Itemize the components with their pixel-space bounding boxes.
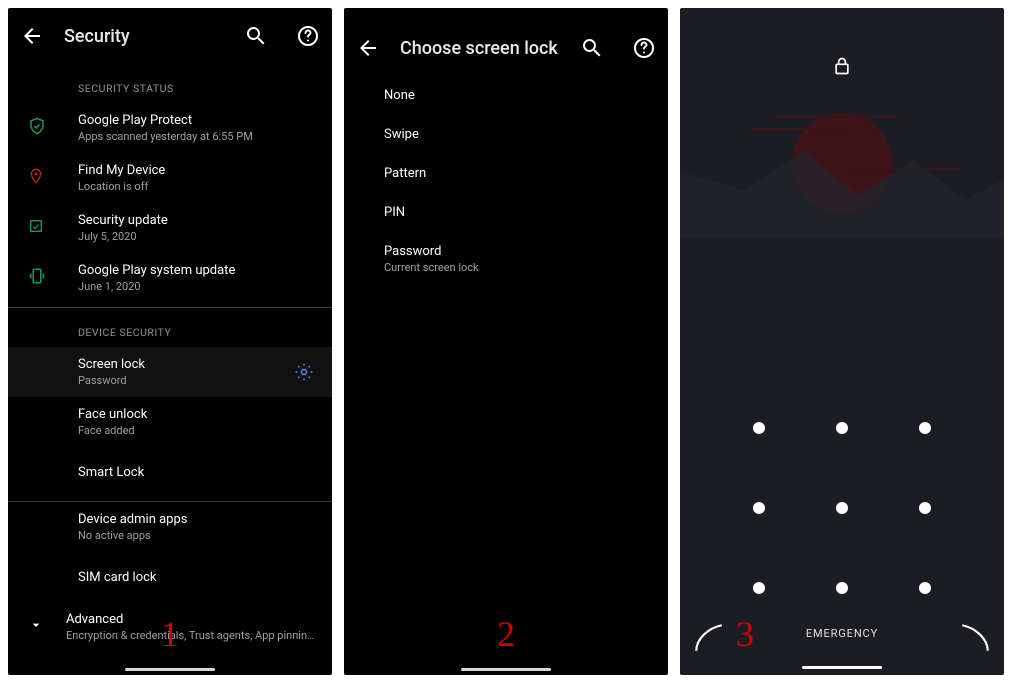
gear-icon[interactable]: [294, 362, 314, 382]
option-none[interactable]: None: [344, 76, 668, 115]
option-swipe[interactable]: Swipe: [344, 115, 668, 154]
row-label: SIM card lock: [78, 570, 316, 585]
row-label: Smart Lock: [78, 465, 316, 480]
wallpaper-line: [770, 116, 900, 118]
app-bar: Choose screen lock: [344, 20, 668, 76]
row-label: Device admin apps: [78, 512, 316, 527]
pattern-dot[interactable]: [919, 502, 931, 514]
row-label: Face unlock: [78, 407, 316, 422]
chevron-down-icon: [28, 617, 44, 637]
pattern-dot[interactable]: [753, 582, 765, 594]
row-security-update[interactable]: Security update July 5, 2020: [8, 203, 332, 253]
shield-check-icon: [28, 117, 46, 139]
nav-handle[interactable]: [125, 668, 215, 671]
row-sub: Face added: [78, 424, 316, 437]
step-number: 2: [497, 613, 515, 655]
row-label: Google Play Protect: [78, 113, 316, 128]
row-sub: Password: [78, 374, 282, 387]
pattern-dot[interactable]: [836, 502, 848, 514]
pattern-dot[interactable]: [919, 422, 931, 434]
screen-choose-lock: Choose screen lock None Swipe Pattern PI…: [344, 8, 668, 675]
screen-security: Security SECURITY STATUS Google Play Pro…: [8, 8, 332, 675]
search-icon[interactable]: [244, 24, 268, 48]
section-label-status: SECURITY STATUS: [8, 64, 332, 103]
nav-handle[interactable]: [802, 666, 882, 669]
row-face-unlock[interactable]: Face unlock Face added: [8, 397, 332, 447]
option-sub: Current screen lock: [384, 261, 652, 274]
row-smart-lock[interactable]: Smart Lock: [8, 447, 332, 497]
option-label: Pattern: [384, 166, 652, 181]
row-system-update[interactable]: Google Play system update June 1, 2020: [8, 253, 332, 303]
option-label: Password: [384, 244, 652, 259]
app-bar: Security: [8, 8, 332, 64]
update-icon: [28, 267, 46, 289]
row-label: Security update: [78, 213, 316, 228]
step-number: 3: [736, 613, 754, 655]
option-label: PIN: [384, 205, 652, 220]
row-admin-apps[interactable]: Device admin apps No active apps: [8, 502, 332, 552]
row-sub: June 1, 2020: [78, 280, 316, 293]
help-icon[interactable]: [296, 24, 320, 48]
emergency-button[interactable]: EMERGENCY: [680, 627, 1004, 640]
row-label: Google Play system update: [78, 263, 316, 278]
pattern-dot[interactable]: [753, 422, 765, 434]
pattern-dot[interactable]: [753, 502, 765, 514]
page-title: Choose screen lock: [400, 38, 560, 59]
page-title: Security: [64, 26, 224, 47]
row-play-protect[interactable]: Google Play Protect Apps scanned yesterd…: [8, 103, 332, 153]
step-number: 1: [161, 613, 179, 655]
option-pattern[interactable]: Pattern: [344, 154, 668, 193]
section-label-device: DEVICE SECURITY: [8, 308, 332, 347]
help-icon[interactable]: [632, 36, 656, 60]
calendar-check-icon: [28, 217, 44, 239]
option-pin[interactable]: PIN: [344, 193, 668, 232]
back-icon[interactable]: [20, 24, 44, 48]
row-find-device[interactable]: Find My Device Location is off: [8, 153, 332, 203]
row-sub: July 5, 2020: [78, 230, 316, 243]
wallpaper-line: [750, 128, 850, 130]
row-screen-lock[interactable]: Screen lock Password: [8, 347, 332, 397]
back-icon[interactable]: [356, 36, 380, 60]
row-sub: No active apps: [78, 529, 316, 542]
option-label: None: [384, 88, 652, 103]
option-label: Swipe: [384, 127, 652, 142]
row-label: Advanced: [66, 612, 316, 627]
row-sub: Encryption & credentials, Trust agents, …: [66, 629, 316, 642]
lock-icon: [832, 56, 852, 76]
row-label: Screen lock: [78, 357, 282, 372]
row-sub: Apps scanned yesterday at 6:55 PM: [78, 130, 316, 143]
corner-swipe-right[interactable]: [958, 621, 992, 655]
option-password[interactable]: Password Current screen lock: [344, 232, 668, 286]
pattern-dot[interactable]: [919, 582, 931, 594]
search-icon[interactable]: [580, 36, 604, 60]
pattern-grid[interactable]: [680, 388, 1004, 628]
nav-handle[interactable]: [461, 668, 551, 671]
pattern-dot[interactable]: [836, 422, 848, 434]
pattern-dot[interactable]: [836, 582, 848, 594]
row-label: Find My Device: [78, 163, 316, 178]
row-sim-lock[interactable]: SIM card lock: [8, 552, 332, 602]
location-warn-icon: [28, 167, 44, 189]
screen-lockscreen: EMERGENCY 3: [680, 8, 1004, 675]
row-sub: Location is off: [78, 180, 316, 193]
corner-swipe-left[interactable]: [692, 621, 726, 655]
